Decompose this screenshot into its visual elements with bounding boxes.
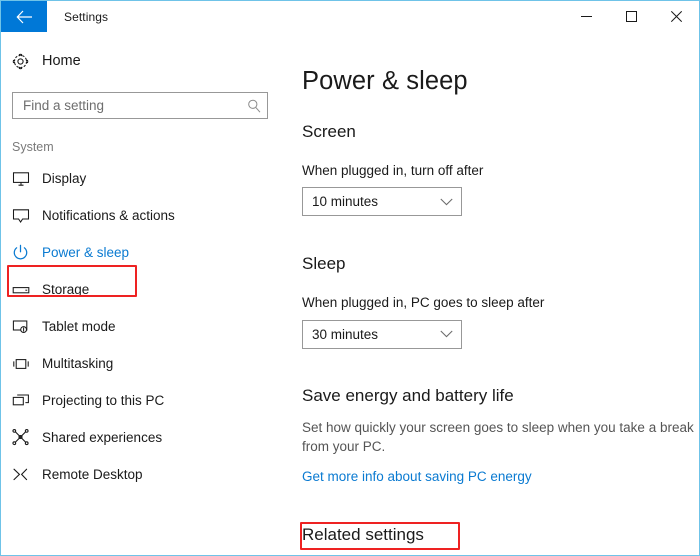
window-body: Home System xyxy=(1,32,699,555)
screen-timeout-value: 10 minutes xyxy=(312,194,379,209)
sleep-timeout-label: When plugged in, PC goes to sleep after xyxy=(302,295,545,310)
main-pane: Power & sleep Screen When plugged in, tu… xyxy=(289,32,699,555)
minimize-button[interactable] xyxy=(564,1,609,32)
speech-bubble-icon xyxy=(12,208,38,224)
sidebar-item-remote-desktop[interactable]: Remote Desktop xyxy=(1,456,289,493)
sidebar-item-label: Remote Desktop xyxy=(42,467,143,482)
sidebar-item-label: Multitasking xyxy=(42,356,114,371)
sleep-timeout-value: 30 minutes xyxy=(312,326,379,342)
sidebar-item-home[interactable]: Home xyxy=(1,46,289,76)
window-controls xyxy=(564,1,699,32)
chevron-down-icon xyxy=(431,198,461,206)
section-heading-screen: Screen xyxy=(302,121,356,141)
sidebar-item-notifications-actions[interactable]: Notifications & actions xyxy=(1,197,289,234)
sidebar-item-multitasking[interactable]: Multitasking xyxy=(1,345,289,382)
monitor-icon xyxy=(12,171,38,187)
sidebar-item-label: Storage xyxy=(42,282,90,297)
multitasking-icon xyxy=(12,357,38,371)
section-heading-sleep: Sleep xyxy=(302,254,346,273)
search-input[interactable] xyxy=(13,98,241,113)
saving-pc-energy-link[interactable]: Get more info about saving PC energy xyxy=(302,469,532,484)
sidebar-item-shared-experiences[interactable]: Shared experiences xyxy=(1,419,289,456)
maximize-button[interactable] xyxy=(609,1,654,32)
storage-icon xyxy=(12,284,38,296)
page-title: Power & sleep xyxy=(302,67,468,95)
sidebar-item-projecting-to-this-pc[interactable]: Projecting to this PC xyxy=(1,382,289,419)
sidebar-item-label: Notifications & actions xyxy=(42,208,175,223)
gear-icon xyxy=(12,53,38,70)
power-icon xyxy=(12,244,38,261)
screen-timeout-dropdown[interactable]: 10 minutes xyxy=(302,187,462,216)
sidebar-item-label: Power & sleep xyxy=(42,245,130,260)
tablet-mode-icon xyxy=(12,319,38,335)
sidebar-group-label: System xyxy=(12,140,54,154)
screen-timeout-label: When plugged in, turn off after xyxy=(302,162,484,178)
sleep-timeout-dropdown[interactable]: 30 minutes xyxy=(302,319,462,349)
settings-window: Settings Home Find a setting System Disp… xyxy=(0,0,700,556)
sidebar: Home System xyxy=(1,32,289,493)
search-icon xyxy=(241,99,267,113)
sidebar-item-label: Shared experiences xyxy=(42,430,163,445)
remote-desktop-icon xyxy=(12,467,38,482)
share-nodes-icon xyxy=(12,429,38,446)
close-button[interactable] xyxy=(654,1,699,32)
chevron-down-icon xyxy=(431,330,461,338)
sidebar-item-display[interactable]: Display xyxy=(1,160,289,197)
sidebar-item-power-sleep[interactable]: Power & sleep xyxy=(1,234,289,271)
sidebar-item-label: Display xyxy=(42,171,87,186)
search-box[interactable] xyxy=(12,92,268,119)
title-bar: Settings xyxy=(1,1,699,32)
sidebar-item-storage[interactable]: Storage xyxy=(1,271,289,308)
section-heading-related-settings: Related settings xyxy=(302,524,424,544)
window-title: Settings xyxy=(64,9,109,24)
section-heading-save-energy: Save energy and battery life xyxy=(302,385,514,405)
save-energy-description: Set how quickly your screen goes to slee… xyxy=(302,419,694,454)
sidebar-home-label: Home xyxy=(42,53,81,69)
sidebar-item-tablet-mode[interactable]: Tablet mode xyxy=(1,308,289,345)
sidebar-item-label: Tablet mode xyxy=(42,319,116,334)
sidebar-item-label: Projecting to this PC xyxy=(42,393,165,408)
back-button[interactable] xyxy=(1,1,47,32)
projecting-icon xyxy=(12,393,38,408)
